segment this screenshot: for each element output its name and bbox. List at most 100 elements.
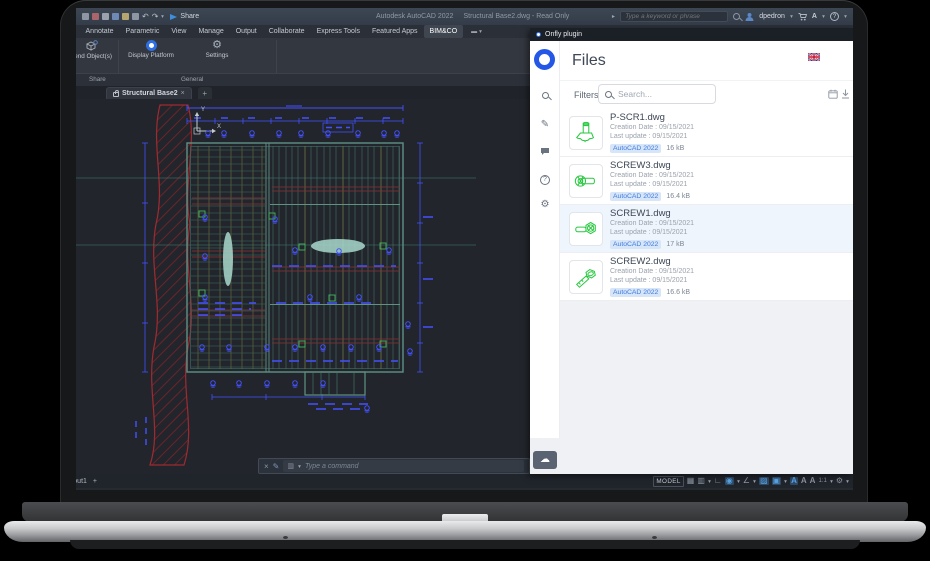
cloud-upload-button[interactable]: ☁	[533, 451, 557, 469]
send-objects-button[interactable]: Send Object(s)	[76, 40, 120, 72]
sidebar-search-icon[interactable]	[530, 91, 560, 102]
command-caret-icon[interactable]: ▾	[298, 463, 301, 469]
file-last-update: Last update : 09/15/2021	[610, 277, 694, 286]
user-caret-icon[interactable]: ▾	[790, 13, 793, 19]
plugin-header: Files	[560, 41, 853, 81]
laptop-mockup: ↶ ↷ ▾ Share Autodesk AutoCAD 2022 Struct…	[0, 0, 930, 561]
tab-parametric[interactable]: Parametric	[120, 25, 166, 38]
file-row[interactable]: SCREW3.dwg Creation Date : 09/15/2021 La…	[560, 157, 853, 205]
panel-general-label: General	[181, 74, 203, 86]
snap-mode-icon[interactable]: ▥	[697, 477, 705, 485]
customize-pencil-icon[interactable]: ✎	[273, 462, 280, 471]
share-label: Share	[180, 13, 199, 20]
grid-display-icon[interactable]: ▦	[687, 477, 695, 485]
tab-express-tools[interactable]: Express Tools	[311, 25, 366, 38]
command-input[interactable]: ▥ ▾ Type a command	[283, 460, 524, 472]
save-icon[interactable]	[112, 13, 119, 20]
file-search-input[interactable]	[616, 88, 696, 100]
polar-caret-icon[interactable]: ▾	[737, 478, 740, 484]
tab-manage[interactable]: Manage	[192, 25, 229, 38]
share-button[interactable]: Share	[170, 13, 199, 20]
redo-icon[interactable]: ↷	[152, 13, 159, 21]
hatched-wall-region	[150, 105, 191, 465]
search-type-caret-icon[interactable]: ▾	[610, 15, 617, 18]
close-command-icon[interactable]: ×	[264, 462, 269, 471]
close-tab-icon[interactable]: ×	[181, 90, 185, 97]
file-creation-date: Creation Date : 09/15/2021	[610, 124, 694, 133]
autoscale-icon[interactable]: A	[801, 477, 807, 485]
ribbon-collapse-control[interactable]: ▬ ▾	[471, 28, 482, 35]
username[interactable]: dpedron	[759, 13, 785, 20]
app-caret-icon[interactable]: ▾	[822, 13, 825, 19]
file-size: 17 kB	[666, 241, 684, 248]
tab-bimco[interactable]: BIM&CO	[424, 25, 464, 38]
onfly-logo-icon	[534, 49, 555, 70]
polar-tracking-icon[interactable]: ◉	[725, 477, 734, 485]
quick-access-toolbar[interactable]: ↶ ↷ ▾	[82, 13, 164, 21]
osnap-tracking-icon[interactable]: ▨	[759, 477, 769, 485]
file-row[interactable]: P-SCR1.dwg Creation Date : 09/15/2021 La…	[560, 109, 853, 157]
sidebar-help-icon[interactable]: ?	[530, 173, 560, 185]
plot-icon[interactable]	[132, 13, 139, 20]
tab-output[interactable]: Output	[230, 25, 263, 38]
plugin-window-title: Onfly plugin	[545, 31, 582, 38]
help-caret-icon[interactable]: ▾	[844, 13, 847, 19]
files-page-title: Files	[572, 52, 606, 70]
new-file-icon[interactable]	[92, 13, 99, 20]
qat-caret-icon[interactable]: ▾	[162, 13, 165, 19]
ortho-mode-icon[interactable]: ∟	[714, 477, 722, 485]
plugin-dot-icon	[536, 32, 541, 37]
calendar-icon[interactable]	[828, 89, 838, 99]
sidebar-settings-icon[interactable]: ⚙	[530, 199, 560, 210]
document-tab[interactable]: Structural Base2 ×	[106, 87, 192, 99]
display-platform-button[interactable]: Display Platform	[122, 40, 180, 72]
annotation-visibility-icon[interactable]: A	[790, 477, 798, 485]
send-objects-label: Send Object(s)	[76, 54, 112, 61]
app-menu-icon[interactable]	[82, 13, 89, 20]
model-space-toggle[interactable]: MODEL	[653, 476, 683, 487]
object-snap-icon[interactable]: ▣	[772, 477, 782, 485]
cart-icon[interactable]	[798, 13, 807, 21]
dwg-thumbnail	[569, 260, 603, 294]
add-layout-button[interactable]: +	[93, 478, 97, 485]
command-list-icon[interactable]: ▥	[287, 463, 294, 470]
tab-view[interactable]: View	[165, 25, 192, 38]
print-icon[interactable]	[122, 13, 129, 20]
scale-value[interactable]: 1:1	[818, 478, 826, 484]
tab-collaborate[interactable]: Collaborate	[263, 25, 311, 38]
file-search-box[interactable]	[598, 84, 716, 104]
isodraft-caret-icon[interactable]: ▾	[753, 478, 756, 484]
sidebar-chat-icon[interactable]	[530, 147, 560, 159]
settings-button[interactable]: ⚙ Settings	[188, 40, 246, 72]
isodraft-icon[interactable]: ∠	[743, 477, 750, 485]
autodesk-app-icon[interactable]: A	[812, 13, 817, 20]
file-row[interactable]: SCREW2.dwg Creation Date : 09/15/2021 La…	[560, 253, 853, 301]
annotation-scale-icon[interactable]: A	[810, 477, 816, 485]
gear-caret-icon[interactable]: ▾	[846, 478, 849, 484]
doc-title: Structural Base2.dwg - Read Only	[463, 13, 569, 20]
language-flag-icon[interactable]	[808, 53, 820, 61]
user-icon	[745, 12, 754, 21]
screw-thumbnail-screw2	[573, 264, 599, 290]
file-row-selected[interactable]: SCREW1.dwg Creation Date : 09/15/2021 La…	[560, 205, 853, 253]
scale-caret-icon[interactable]: ▾	[830, 478, 833, 484]
keyword-search-input[interactable]	[620, 11, 728, 22]
open-file-icon[interactable]	[102, 13, 109, 20]
undo-icon[interactable]: ↶	[142, 13, 149, 21]
status-bar: MODEL ▦ ▥ ▾ ∟ ◉ ▾ ∠ ▾ ▨ ▣ ▾ A A A 1:1 ▾ …	[653, 474, 849, 488]
tab-featured-apps[interactable]: Featured Apps	[366, 25, 424, 38]
new-document-tab-button[interactable]: +	[198, 87, 212, 99]
snap-caret-icon[interactable]: ▾	[708, 478, 711, 484]
layout1-tab[interactable]: Layout1	[76, 478, 87, 485]
search-icon[interactable]	[733, 13, 740, 20]
download-icon[interactable]	[841, 89, 850, 99]
plugin-toolbar: Filters	[560, 81, 853, 109]
osnap-caret-icon[interactable]: ▾	[784, 478, 787, 484]
help-icon[interactable]: ?	[830, 12, 839, 21]
tab-annotate[interactable]: Annotate	[80, 25, 120, 38]
settings-gear-icon[interactable]: ⚙	[836, 477, 843, 485]
filters-button[interactable]: Filters	[574, 90, 599, 100]
sidebar-edit-icon[interactable]: ✎	[530, 119, 560, 130]
command-line[interactable]: × ✎ ▥ ▾ Type a command	[258, 458, 530, 474]
plugin-titlebar[interactable]: Onfly plugin	[530, 28, 853, 41]
